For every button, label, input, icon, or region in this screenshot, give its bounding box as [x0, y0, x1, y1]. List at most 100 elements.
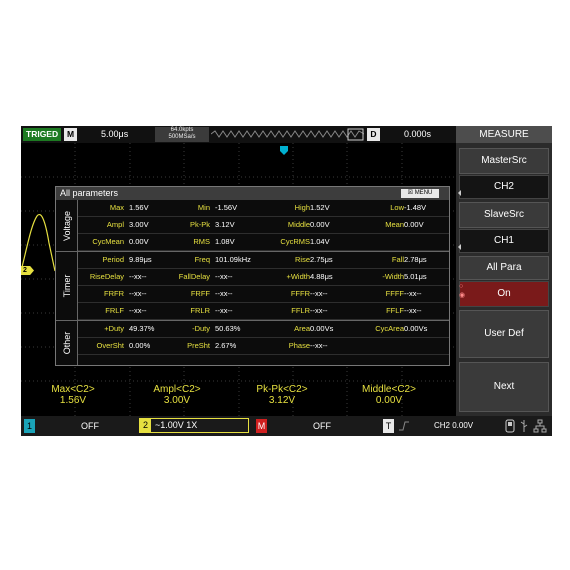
slavesrc-value-text: CH1 — [493, 235, 514, 246]
sample-rate: 500MSa/s — [168, 134, 196, 140]
dialog-header: All parameters ☒ MENU — [56, 187, 449, 200]
user-def-label: User Def — [484, 328, 524, 339]
parameter-value: 2.75μs — [310, 255, 333, 264]
timebase-value: 5.00μs — [101, 129, 129, 139]
parameter-value: --xx-- — [215, 289, 233, 298]
parameter-row: OverSht 0.00% PreSht 2.67% Phase --xx-- — [78, 338, 449, 355]
parameter-value: 1.08V — [215, 237, 235, 246]
dialog-menu-label: MENU — [414, 190, 433, 196]
parameter-value: --xx-- — [404, 306, 422, 315]
parameter-name: Max — [109, 203, 124, 212]
math-button[interactable]: M — [256, 419, 267, 433]
parameter-value: 4.88μs — [310, 272, 333, 281]
parameter-name: Freq — [194, 255, 210, 264]
math-state: OFF — [313, 421, 331, 431]
slavesrc-button[interactable]: SlaveSrc — [459, 202, 549, 228]
ch2-button[interactable]: 2 — [140, 419, 151, 432]
parameter-name: CycRMS — [280, 237, 310, 246]
readout-name: Pk-Pk<C2> — [256, 384, 308, 395]
oscilloscope-screen: TRIGED M 5.00μs 64.0kpts 500MSa/s D 0.00… — [21, 126, 552, 436]
measure-menu-panel: MEASURE MasterSrc CH2 SlaveSrc CH1 All P… — [456, 126, 552, 416]
radio-off-icon: ○ — [459, 283, 464, 290]
storage-icon — [505, 419, 515, 433]
parameter-name: FRLR — [190, 306, 210, 315]
parameter-row: Period 9.89μs Freq 101.09kHz Rise 2.75μs Fall 2… — [78, 252, 449, 269]
readout-value: 3.00V — [163, 395, 191, 406]
all-para-label: All Para — [486, 262, 522, 273]
readout-value: 3.12V — [268, 395, 296, 406]
parameter-name: FFLR — [291, 306, 310, 315]
mastersrc-value[interactable]: CH2 — [459, 175, 549, 199]
readout-max: Max<C2> 1.56V — [43, 384, 103, 406]
parameter-value: --xx-- — [404, 289, 422, 298]
ch2-setting: ~1.00V 1X — [155, 420, 198, 430]
voltage-section: Voltage — [56, 200, 78, 251]
trigger-position-marker[interactable] — [280, 146, 288, 155]
parameter-name: RiseDelay — [89, 272, 124, 281]
timer-section-label: Timer — [62, 274, 72, 298]
parameter-row: FRLF --xx-- FRLR --xx-- FFLR --xx-- FFLF --xx-- — [78, 303, 449, 320]
main-timebase-label: M — [64, 128, 77, 141]
parameter-name: High — [294, 203, 310, 212]
parameter-value: --xx-- — [310, 306, 328, 315]
parameter-name: Low — [390, 203, 404, 212]
readout-name: Ampl<C2> — [153, 384, 201, 395]
parameter-name: CycArea — [375, 324, 404, 333]
parameter-name: Min — [197, 203, 210, 212]
parameter-row: +Duty 49.37% -Duty 50.63% Area 0.00Vs CycArea 0… — [78, 321, 449, 338]
parameter-name: Area — [294, 324, 310, 333]
all-parameters-dialog: All parameters ☒ MENU Voltage Timer Othe… — [55, 186, 450, 366]
readout-value: 0.00V — [375, 395, 403, 406]
rising-edge-icon — [399, 421, 409, 431]
all-para-toggle[interactable]: On — [459, 281, 549, 307]
parameter-value: 0.00V — [310, 220, 330, 229]
network-icon — [533, 419, 547, 433]
parameter-name: Fall — [391, 255, 404, 264]
parameter-value: --xx-- — [310, 289, 328, 298]
readout-pkpk: Pk-Pk<C2> 3.12V — [252, 384, 312, 406]
slavesrc-value[interactable]: CH1 — [459, 229, 549, 253]
parameter-name: -Duty — [192, 324, 210, 333]
parameter-name: FRFR — [104, 289, 124, 298]
parameter-value: 1.04V — [310, 237, 330, 246]
parameter-value: 1.52V — [310, 203, 330, 212]
mastersrc-button[interactable]: MasterSrc — [459, 148, 549, 174]
parameter-value: --xx-- — [310, 341, 328, 350]
dialog-title: All parameters — [60, 188, 119, 198]
sample-info: 64.0kpts 500MSa/s — [155, 127, 209, 142]
parameter-name: RMS — [193, 237, 210, 246]
ch1-button[interactable]: 1 — [24, 419, 35, 433]
dialog-menu-button[interactable]: ☒ MENU — [401, 189, 439, 198]
trigger-button[interactable]: T — [383, 419, 394, 433]
parameter-value: 0.00Vs — [310, 324, 334, 333]
trigger-info: CH2 0.00V — [434, 421, 474, 430]
parameter-value: --xx-- — [215, 306, 233, 315]
parameter-name: +Width — [286, 272, 310, 281]
parameter-name: Pk-Pk — [189, 220, 210, 229]
submenu-arrow-icon — [458, 244, 461, 250]
next-label: Next — [493, 381, 515, 392]
parameter-value: 0.00V — [404, 220, 424, 229]
memory-waveform-strip — [211, 128, 364, 141]
slavesrc-label: SlaveSrc — [483, 209, 524, 220]
top-status-bar: TRIGED M 5.00μs 64.0kpts 500MSa/s D 0.00… — [21, 126, 456, 143]
parameter-row: CycMean 0.00V RMS 1.08V CycRMS 1.04V — [78, 234, 449, 251]
voltage-section-label: Voltage — [62, 210, 72, 241]
ch2-setting-box[interactable]: 2 ~1.00V 1X — [139, 418, 249, 433]
submenu-arrow-icon — [458, 190, 461, 196]
parameter-name: CycMean — [92, 237, 124, 246]
parameter-name: +Duty — [104, 324, 124, 333]
parameter-value: -1.48V — [404, 203, 427, 212]
all-para-button[interactable]: All Para — [459, 256, 549, 280]
next-button[interactable]: Next — [459, 362, 549, 412]
parameter-name: FFFF — [385, 289, 404, 298]
sample-points: 64.0kpts — [170, 127, 194, 133]
parameter-name: Ampl — [106, 220, 124, 229]
close-icon: ☒ — [407, 190, 415, 196]
parameter-name: Middle — [287, 220, 310, 229]
delay-label: D — [367, 128, 380, 141]
menu-title: MEASURE — [456, 126, 552, 143]
parameter-name: Mean — [385, 220, 404, 229]
user-def-button[interactable]: User Def — [459, 310, 549, 358]
parameter-row: RiseDelay --xx-- FallDelay --xx-- +Width 4.88… — [78, 269, 449, 286]
